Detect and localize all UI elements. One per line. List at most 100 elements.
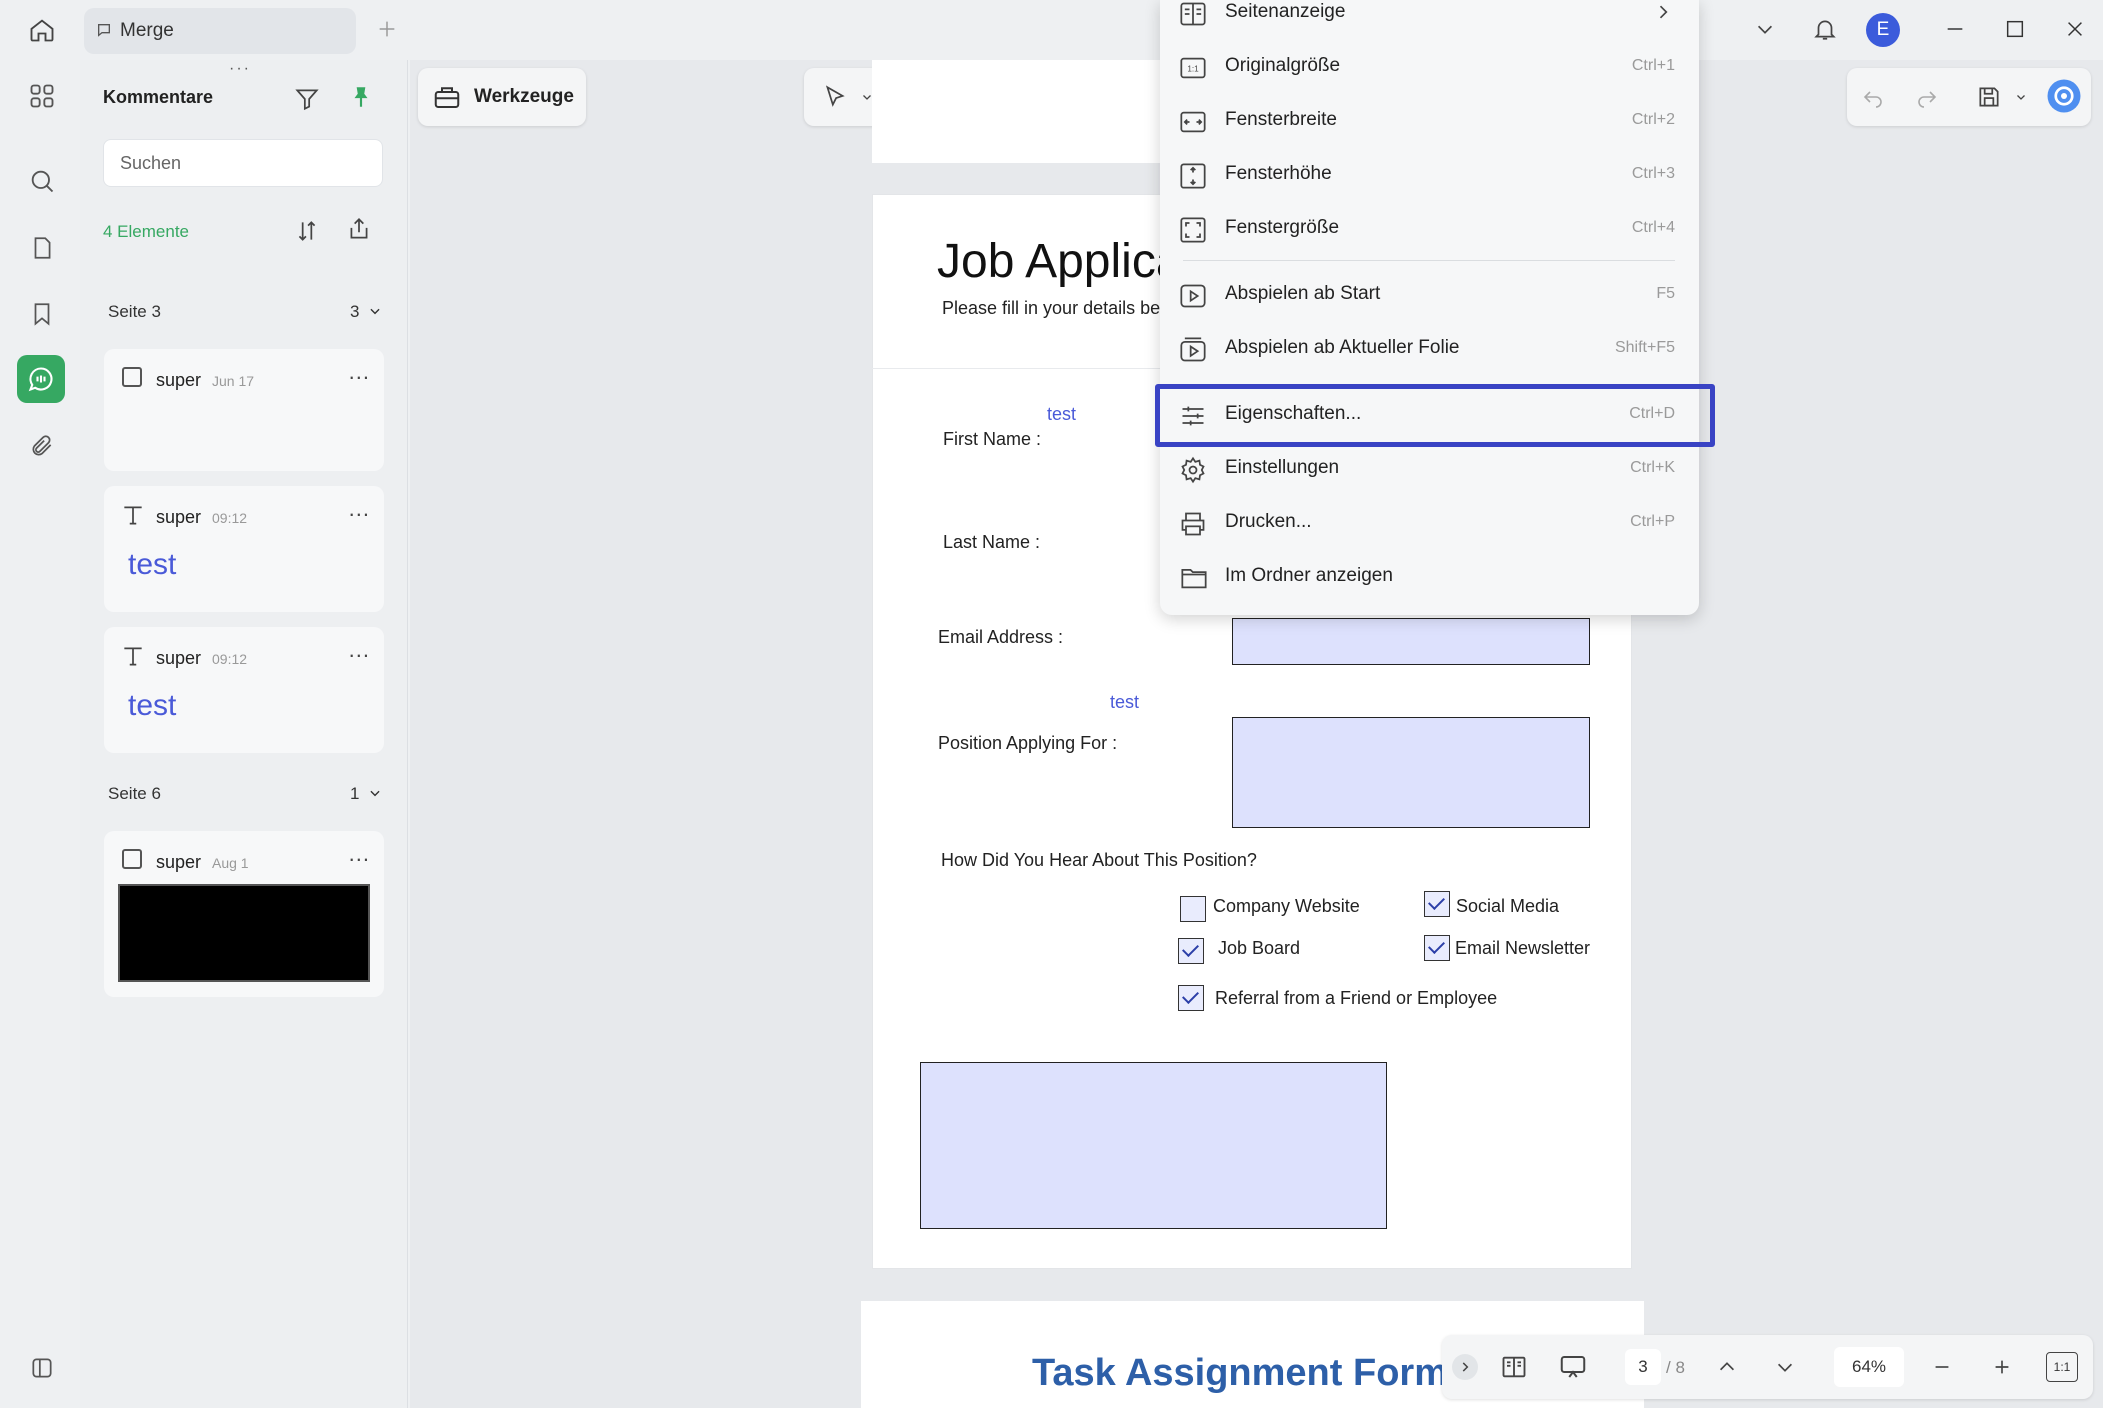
annotation-preview bbox=[118, 884, 370, 982]
menu-item-einstellungen[interactable]: Einstellungen Ctrl+K bbox=[1160, 442, 1699, 496]
menu-item-drucken[interactable]: Drucken... Ctrl+P bbox=[1160, 496, 1699, 550]
comments-icon[interactable] bbox=[24, 362, 58, 396]
maximize-icon[interactable] bbox=[2000, 14, 2030, 44]
checkbox-label: Referral from a Friend or Employee bbox=[1215, 988, 1498, 1008]
next-page-icon[interactable] bbox=[1768, 1350, 1802, 1384]
email-newsletter-checkbox[interactable] bbox=[1424, 935, 1450, 961]
avatar[interactable]: E bbox=[1866, 13, 1900, 47]
comment-author: super bbox=[156, 648, 202, 668]
social-media-checkbox[interactable] bbox=[1424, 891, 1450, 917]
document-tab[interactable]: Merge bbox=[84, 8, 356, 54]
comments-field[interactable] bbox=[920, 1062, 1387, 1229]
home-icon[interactable] bbox=[24, 12, 60, 48]
email-field[interactable] bbox=[1232, 618, 1590, 665]
hear-question-label: How Did You Hear About This Position? bbox=[941, 850, 1257, 870]
sidebar-toggle-icon[interactable] bbox=[24, 1350, 60, 1386]
minimize-icon[interactable] bbox=[1940, 14, 1970, 44]
search-icon[interactable] bbox=[24, 163, 60, 199]
close-icon[interactable] bbox=[2060, 14, 2090, 44]
comment-card[interactable]: super Aug 1 ... bbox=[104, 831, 384, 997]
annotation-text[interactable]: test bbox=[1110, 692, 1139, 713]
position-label: Position Applying For : bbox=[938, 733, 1118, 753]
attachment-icon[interactable] bbox=[24, 428, 60, 464]
undo-icon[interactable] bbox=[1856, 80, 1890, 114]
more-button[interactable]: ... bbox=[349, 841, 370, 867]
referral-checkbox[interactable] bbox=[1178, 985, 1204, 1011]
fit-width-icon bbox=[1179, 108, 1207, 136]
sort-icon[interactable] bbox=[290, 214, 324, 248]
menu-item-abspielen-aktuell[interactable]: Abspielen ab Aktueller Folie Shift+F5 bbox=[1160, 322, 1699, 376]
filter-icon[interactable] bbox=[290, 82, 324, 116]
print-icon bbox=[1179, 510, 1207, 538]
comment-card[interactable]: super 09:12 ... test bbox=[104, 486, 384, 612]
actual-size-button[interactable]: 1:1 bbox=[2046, 1352, 2078, 1382]
expand-icon[interactable] bbox=[1452, 1354, 1478, 1380]
tools-label: Werkzeuge bbox=[474, 86, 574, 107]
pin-icon[interactable] bbox=[344, 80, 378, 114]
checkbox-annotation-icon bbox=[122, 367, 142, 387]
menu-item-abspielen-start[interactable]: Abspielen ab Start F5 bbox=[1160, 268, 1699, 322]
comment-time: 09:12 bbox=[212, 510, 248, 526]
menu-item-fensterhoehe[interactable]: Fensterhöhe Ctrl+3 bbox=[1160, 148, 1699, 202]
comment-time: 09:12 bbox=[212, 651, 248, 667]
checkbox-annotation-icon bbox=[122, 849, 142, 869]
highlight-box bbox=[1155, 384, 1715, 447]
comment-author: super bbox=[156, 507, 202, 527]
tab-label: Merge bbox=[120, 20, 174, 41]
chevron-down-icon[interactable] bbox=[366, 302, 384, 320]
pages-icon[interactable] bbox=[24, 230, 60, 266]
tools-button[interactable]: Werkzeuge bbox=[418, 68, 586, 126]
more-button[interactable]: ... bbox=[349, 496, 370, 522]
annotation-text[interactable]: test bbox=[1047, 404, 1076, 425]
chevron-down-icon[interactable] bbox=[366, 784, 384, 802]
save-icon[interactable] bbox=[1972, 80, 2006, 114]
ai-assistant-icon[interactable] bbox=[2044, 76, 2084, 116]
chevron-down-icon[interactable] bbox=[2012, 88, 2030, 106]
redo-icon[interactable] bbox=[1910, 80, 1944, 114]
document-subtitle: Please fill in your details bel bbox=[942, 298, 1165, 318]
menu-item-fensterbreite[interactable]: Fensterbreite Ctrl+2 bbox=[1160, 94, 1699, 148]
chevron-down-icon[interactable] bbox=[1750, 14, 1780, 44]
select-cursor-icon[interactable] bbox=[818, 80, 852, 114]
more-button[interactable]: ... bbox=[349, 637, 370, 663]
zoom-level[interactable]: 64% bbox=[1834, 1347, 1904, 1387]
checkbox-label: Social Media bbox=[1456, 896, 1560, 916]
menu-separator bbox=[1183, 260, 1675, 261]
search-input[interactable] bbox=[103, 139, 383, 187]
panel-drag-handle[interactable]: ··· bbox=[229, 60, 251, 78]
comment-card[interactable]: super 09:12 ... test bbox=[104, 627, 384, 753]
menu-item-im-ordner-anzeigen[interactable]: Im Ordner anzeigen bbox=[1160, 550, 1699, 604]
comment-tab-icon bbox=[94, 20, 114, 40]
bookmark-icon[interactable] bbox=[24, 296, 60, 332]
comment-author: super bbox=[156, 370, 202, 390]
more-button[interactable]: ... bbox=[349, 359, 370, 385]
new-tab-icon[interactable] bbox=[372, 14, 402, 44]
bell-icon[interactable] bbox=[1808, 12, 1842, 46]
export-icon[interactable] bbox=[342, 212, 376, 246]
menu-item-fenstergroesse[interactable]: Fenstergröße Ctrl+4 bbox=[1160, 202, 1699, 256]
presentation-icon[interactable] bbox=[1556, 1350, 1590, 1384]
menu-item-originalgroesse[interactable]: 1:1 Originalgröße Ctrl+1 bbox=[1160, 40, 1699, 94]
page-view-icon[interactable] bbox=[1497, 1350, 1531, 1384]
folder-icon bbox=[1179, 564, 1207, 592]
thumbnails-icon[interactable] bbox=[24, 78, 60, 114]
element-count: 4 Elemente bbox=[103, 222, 189, 241]
total-pages: / 8 bbox=[1666, 1358, 1685, 1377]
zoom-out-icon[interactable] bbox=[1925, 1350, 1959, 1384]
comment-body: test bbox=[128, 689, 177, 722]
text-annotation-icon bbox=[120, 502, 146, 528]
company-website-checkbox[interactable] bbox=[1180, 896, 1206, 922]
menu-item-seitenanzeige[interactable]: Seitenanzeige bbox=[1160, 0, 1699, 40]
first-name-label: First Name : bbox=[943, 429, 1042, 449]
zoom-in-icon[interactable] bbox=[1985, 1350, 2019, 1384]
position-field[interactable] bbox=[1232, 717, 1590, 828]
toolbox-icon bbox=[432, 82, 462, 112]
checkbox-label: Email Newsletter bbox=[1455, 938, 1591, 958]
current-page-input[interactable]: 3 bbox=[1625, 1349, 1661, 1385]
settings-icon bbox=[1179, 456, 1207, 484]
comment-card[interactable]: super Jun 17 ... bbox=[104, 349, 384, 471]
comment-author: super bbox=[156, 852, 202, 872]
previous-page-icon[interactable] bbox=[1710, 1350, 1744, 1384]
job-board-checkbox[interactable] bbox=[1178, 938, 1204, 964]
checkbox-label: Job Board bbox=[1218, 938, 1301, 958]
